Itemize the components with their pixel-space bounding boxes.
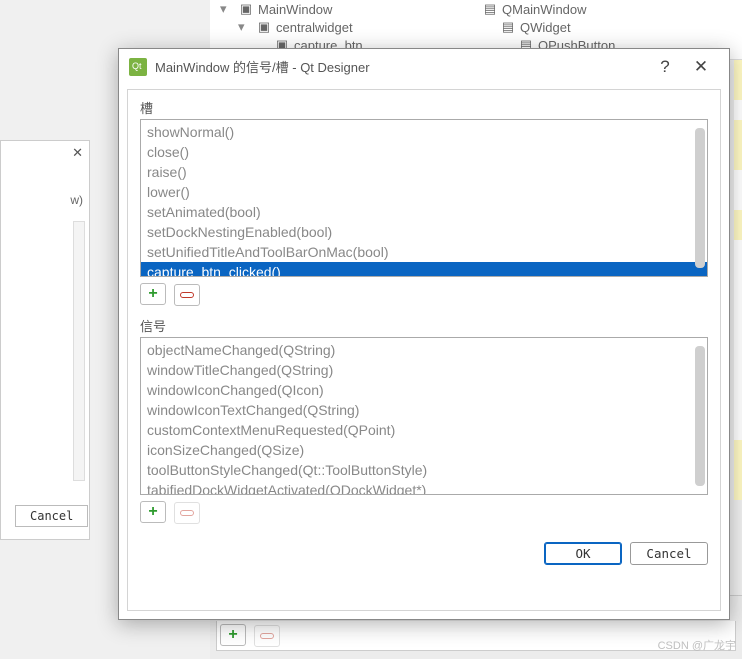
help-button[interactable]: ? — [647, 57, 683, 77]
tree-row[interactable]: ▾▣ MainWindow ▤ QMainWindow — [210, 0, 742, 18]
object-icon: ▣ — [238, 1, 254, 17]
scrollbar[interactable] — [73, 221, 85, 481]
plus-icon: + — [148, 504, 157, 520]
ok-button[interactable]: OK — [544, 542, 622, 565]
remove-slot-button[interactable] — [174, 284, 200, 306]
list-item[interactable]: close() — [141, 142, 707, 162]
scrollbar[interactable] — [695, 128, 705, 268]
list-item[interactable]: raise() — [141, 162, 707, 182]
slots-listbox[interactable]: showNormal()close()raise()lower()setAnim… — [140, 119, 708, 277]
titlebar: MainWindow 的信号/槽 - Qt Designer ? ✕ — [119, 49, 729, 85]
cancel-button[interactable]: Cancel — [15, 505, 88, 527]
list-item[interactable]: windowTitleChanged(QString) — [141, 360, 707, 380]
remove-button — [254, 625, 280, 647]
close-icon[interactable]: ✕ — [72, 145, 83, 161]
list-item[interactable]: toolButtonStyleChanged(Qt::ToolButtonSty… — [141, 460, 707, 480]
dialog-title: MainWindow 的信号/槽 - Qt Designer — [155, 57, 647, 76]
list-item[interactable]: lower() — [141, 182, 707, 202]
list-item[interactable]: windowIconChanged(QIcon) — [141, 380, 707, 400]
list-item[interactable]: windowIconTextChanged(QString) — [141, 400, 707, 420]
qt-designer-icon — [129, 58, 147, 76]
expand-toggle-icon[interactable]: ▾ — [220, 1, 234, 17]
list-item[interactable]: capture_btn_clicked() — [141, 262, 707, 277]
scrollbar[interactable] — [695, 346, 705, 486]
slots-label: 槽 — [140, 98, 708, 117]
add-button[interactable]: + — [220, 624, 246, 646]
cancel-button[interactable]: Cancel — [630, 542, 708, 565]
minimap-strip — [734, 60, 742, 619]
list-item[interactable]: customContextMenuRequested(QPoint) — [141, 420, 707, 440]
minus-icon — [180, 510, 194, 516]
signals-listbox[interactable]: objectNameChanged(QString)windowTitleCha… — [140, 337, 708, 495]
tree-row[interactable]: ▾▣ centralwidget ▤ QWidget — [210, 18, 742, 36]
slots-toolbar: + — [140, 277, 708, 316]
background-panel: ✕ w) Cancel — [0, 140, 90, 540]
list-item[interactable]: setUnifiedTitleAndToolBarOnMac(bool) — [141, 242, 707, 262]
list-item[interactable]: setAnimated(bool) — [141, 202, 707, 222]
add-signal-button[interactable]: + — [140, 501, 166, 523]
close-button[interactable]: ✕ — [683, 57, 719, 77]
class-icon: ▤ — [482, 1, 498, 17]
list-item[interactable]: tabifiedDockWidgetActivated(QDockWidget*… — [141, 480, 707, 495]
list-item[interactable]: showNormal() — [141, 122, 707, 142]
minus-icon — [180, 292, 194, 298]
list-item[interactable]: iconSizeChanged(QSize) — [141, 440, 707, 460]
plus-icon: + — [228, 627, 237, 643]
watermark: CSDN @广龙宇 — [658, 637, 736, 653]
list-item[interactable]: objectNameChanged(QString) — [141, 340, 707, 360]
remove-signal-button — [174, 502, 200, 524]
signals-slots-dialog: MainWindow 的信号/槽 - Qt Designer ? ✕ 槽 sho… — [118, 48, 730, 620]
object-name: MainWindow — [258, 2, 478, 17]
class-icon: ▤ — [500, 19, 516, 35]
dialog-button-row: OK Cancel — [140, 534, 708, 565]
signals-toolbar: + — [140, 495, 708, 534]
background-label: w) — [70, 193, 83, 207]
object-icon: ▣ — [256, 19, 272, 35]
object-class: QWidget — [520, 20, 571, 35]
plus-icon: + — [148, 286, 157, 302]
add-slot-button[interactable]: + — [140, 283, 166, 305]
signals-label: 信号 — [140, 316, 708, 335]
expand-toggle-icon[interactable]: ▾ — [238, 19, 252, 35]
minus-icon — [260, 633, 274, 639]
object-name: centralwidget — [276, 20, 496, 35]
object-class: QMainWindow — [502, 2, 587, 17]
list-item[interactable]: setDockNestingEnabled(bool) — [141, 222, 707, 242]
